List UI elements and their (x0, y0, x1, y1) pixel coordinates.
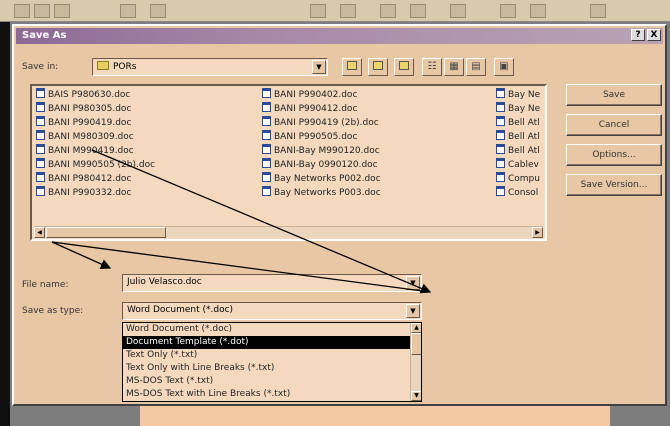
annotation-arrows (51, 149, 432, 294)
annotation-arrow (91, 149, 432, 294)
